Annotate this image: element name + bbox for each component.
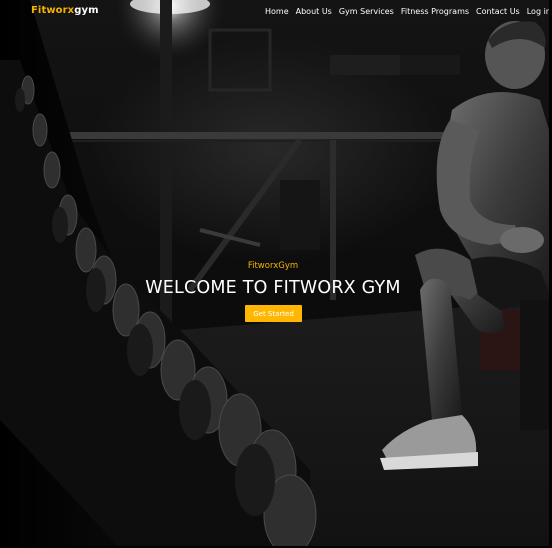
landing-page: Fitworxgym Home About Us Gym Services Fi… <box>0 0 552 548</box>
nav-link-gym-services[interactable]: Gym Services <box>339 7 394 16</box>
nav-link-log-in[interactable]: Log in <box>527 7 551 16</box>
brand-name-part1: Fitworx <box>31 5 75 16</box>
nav-link-contact-us[interactable]: Contact Us <box>476 7 520 16</box>
hero-subtitle: FitworxGym <box>247 261 299 271</box>
navbar: Fitworxgym Home About Us Gym Services Fi… <box>0 0 552 24</box>
nav-link-home[interactable]: Home <box>265 7 289 16</box>
hero-background-image <box>0 0 552 548</box>
brand-logo[interactable]: Fitworxgym <box>31 5 99 16</box>
get-started-button[interactable]: Get Started <box>245 305 302 322</box>
brand-name-part2: gym <box>74 5 99 16</box>
nav-link-about-us[interactable]: About Us <box>296 7 332 16</box>
hero-title: WELCOME TO FITWORX GYM <box>145 278 401 298</box>
nav-menu: Home About Us Gym Services Fitness Progr… <box>265 7 551 16</box>
nav-link-fitness-programs[interactable]: Fitness Programs <box>401 7 469 16</box>
